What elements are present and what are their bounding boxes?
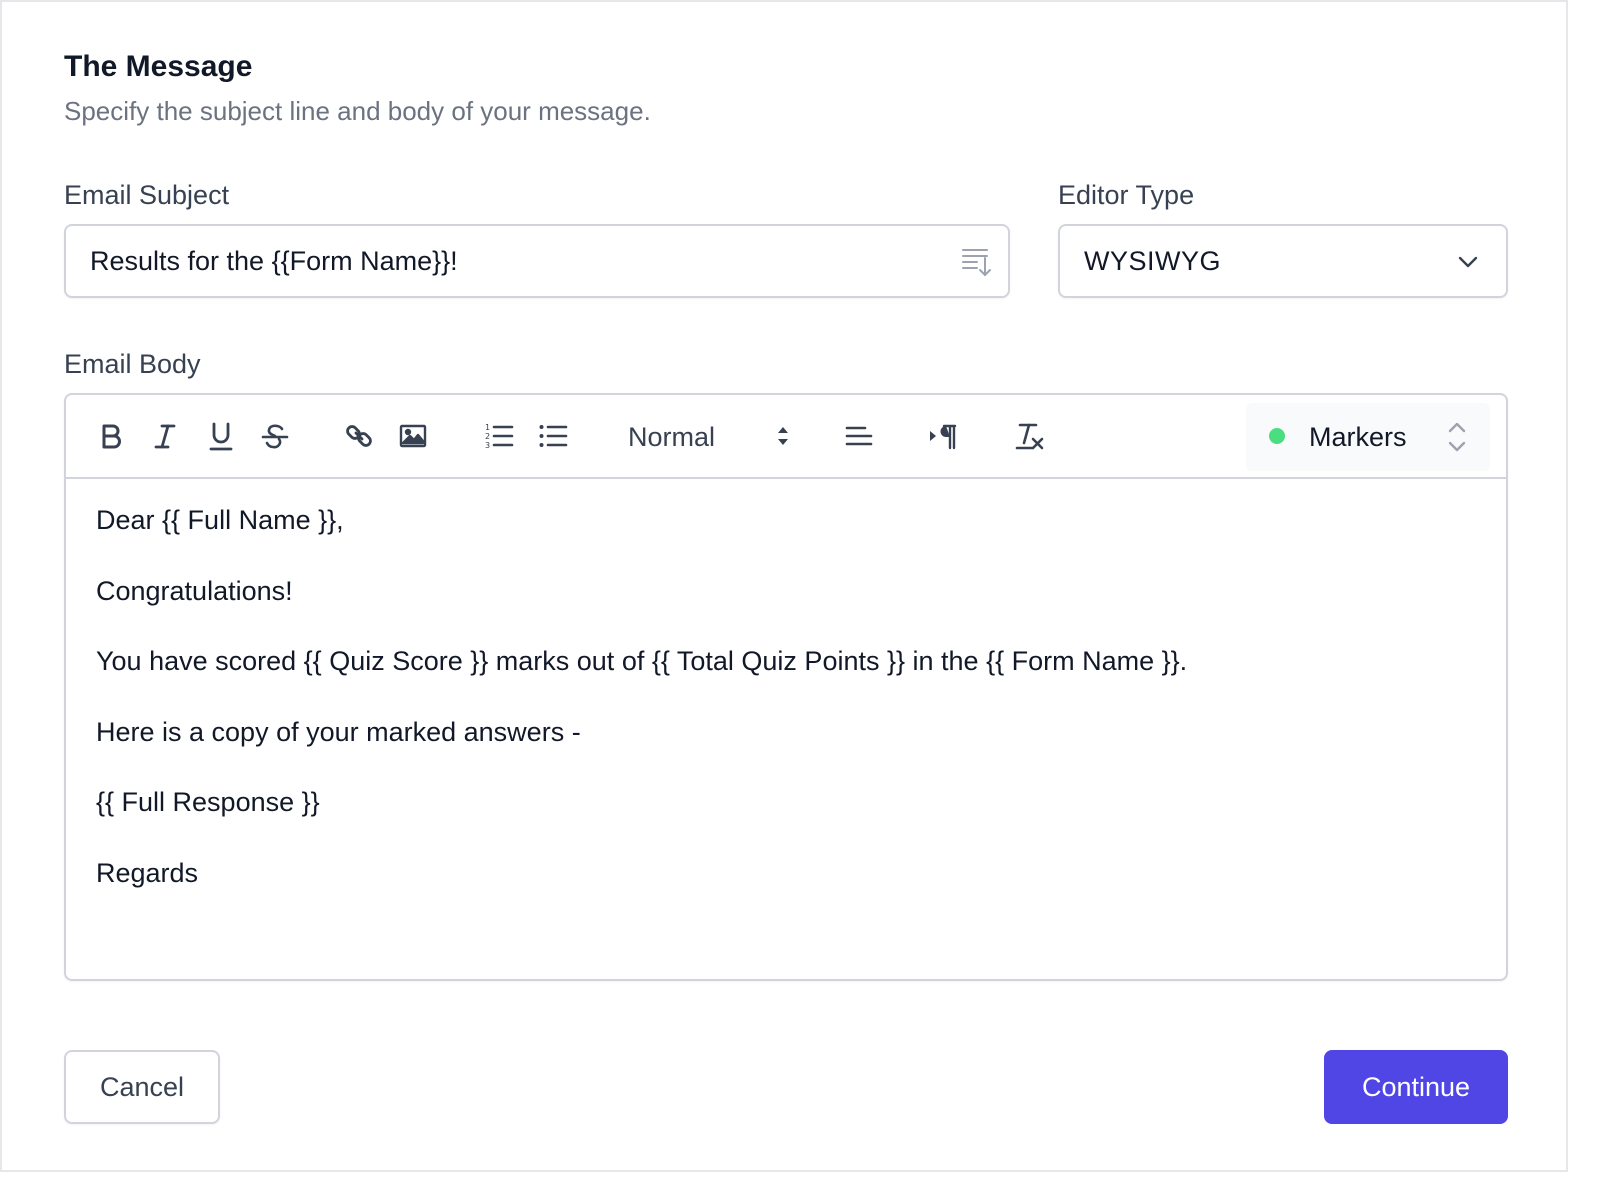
editor-type-select[interactable]: WYSIWYG [1058, 224, 1508, 298]
chevron-down-icon [1456, 250, 1480, 274]
body-paragraph: {{ Full Response }} [96, 787, 320, 817]
markers-select[interactable]: Markers [1246, 403, 1490, 471]
ordered-list-icon: 1 2 3 [485, 423, 514, 450]
bullet-list-button[interactable] [536, 417, 570, 455]
svg-text:3: 3 [485, 441, 490, 450]
email-subject-field[interactable] [64, 224, 1010, 298]
email-subject-input[interactable] [90, 226, 950, 296]
insert-field-icon[interactable] [960, 244, 994, 278]
image-button[interactable] [396, 417, 430, 455]
link-icon [346, 425, 372, 447]
align-button[interactable] [842, 417, 876, 455]
body-paragraph: Here is a copy of your marked answers - [96, 716, 581, 747]
chevron-up-down-icon [1446, 419, 1468, 455]
ordered-list-button[interactable]: 1 2 3 [482, 417, 516, 455]
message-settings-panel: The Message Specify the subject line and… [0, 0, 1568, 1172]
underline-icon [209, 422, 233, 451]
strikethrough-icon [261, 424, 289, 449]
editor-type-value: WYSIWYG [1084, 246, 1221, 276]
email-subject-label: Email Subject [64, 180, 230, 210]
body-paragraph: Dear {{ Full Name }}, [96, 505, 344, 535]
italic-button[interactable] [148, 417, 182, 455]
cancel-button[interactable]: Cancel [64, 1050, 220, 1124]
clear-formatting-button[interactable] [1012, 417, 1046, 455]
bold-icon [102, 424, 121, 449]
continue-button[interactable]: Continue [1324, 1050, 1508, 1124]
bullet-list-icon [539, 425, 568, 447]
email-body-editor[interactable]: 1 2 3 Normal Markers Dear {{Full Name}… [64, 393, 1508, 981]
link-button[interactable] [342, 417, 376, 455]
heading-select-arrows-icon[interactable] [766, 417, 800, 455]
markers-label: Markers [1309, 422, 1407, 452]
svg-text:1: 1 [485, 423, 490, 432]
italic-icon [154, 424, 176, 449]
email-body-label: Email Body [64, 349, 201, 379]
heading-select[interactable]: Normal [628, 422, 715, 453]
editor-content[interactable]: Dear {{ Full Name }}, Congratulations! Y… [96, 505, 1476, 928]
markers-status-dot [1269, 428, 1285, 444]
clear-formatting-icon [1015, 423, 1044, 450]
bold-button[interactable] [94, 417, 128, 455]
editor-toolbar: 1 2 3 Normal Markers [66, 395, 1506, 479]
section-subtitle: Specify the subject line and body of you… [64, 96, 651, 126]
section-title: The Message [64, 50, 253, 83]
text-direction-button[interactable] [926, 417, 960, 455]
align-left-icon [845, 426, 873, 446]
svg-text:2: 2 [485, 432, 490, 441]
body-paragraph: Congratulations! [96, 575, 293, 606]
image-icon [399, 424, 427, 448]
body-paragraph: Regards [96, 857, 199, 888]
body-paragraph: You have scored {{ Quiz Score }} marks o… [96, 646, 1188, 676]
strikethrough-button[interactable] [258, 417, 292, 455]
text-direction-icon [930, 424, 957, 450]
underline-button[interactable] [204, 417, 238, 455]
editor-type-label: Editor Type [1058, 180, 1195, 210]
